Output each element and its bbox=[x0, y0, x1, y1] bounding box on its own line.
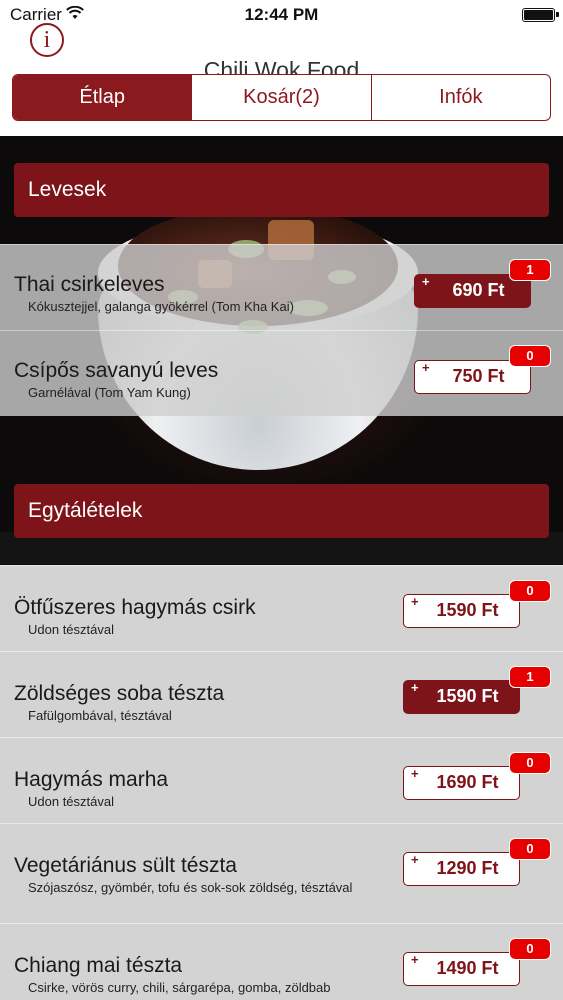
tab-bar: Étlap Kosár(2) Infók bbox=[12, 74, 551, 121]
plus-icon: + bbox=[411, 594, 419, 609]
item-price: 750 Ft bbox=[452, 366, 505, 386]
menu-item-vegetarian-fried-noodles[interactable]: Vegetáriánus sült tészta Szójaszósz, gyö… bbox=[0, 823, 563, 923]
plus-icon: + bbox=[422, 360, 430, 375]
item-name: Ötfűszeres hagymás csirk bbox=[14, 596, 256, 619]
item-description: Csirke, vörös curry, chili, sárgarépa, g… bbox=[28, 980, 331, 995]
clock: 12:44 PM bbox=[244, 5, 319, 24]
item-name: Hagymás marha bbox=[14, 768, 169, 791]
plus-icon: + bbox=[411, 766, 419, 781]
plus-icon: + bbox=[411, 952, 419, 967]
item-price: 1590 Ft bbox=[436, 686, 499, 706]
quantity-badge: 0 bbox=[509, 752, 551, 774]
quantity-badge: 0 bbox=[509, 580, 551, 602]
section-header-main-dishes: Egytálételek bbox=[14, 484, 549, 538]
item-name: Csípős savanyú leves bbox=[14, 359, 219, 382]
quantity-badge: 0 bbox=[509, 345, 551, 367]
menu-list[interactable]: Levesek Thai csirkeleves Kókusztejjel, g… bbox=[0, 136, 563, 1000]
add-to-cart-button[interactable]: + 1590 Ft bbox=[403, 680, 520, 714]
status-bar: Carrier 12:44 PM bbox=[0, 0, 563, 30]
item-description: Udon tésztával bbox=[28, 794, 114, 809]
item-description: Kókusztejjel, galanga gyökérrel (Tom Kha… bbox=[28, 299, 294, 314]
item-price: 1490 Ft bbox=[436, 958, 499, 978]
quantity-badge: 1 bbox=[509, 259, 551, 281]
item-name: Zöldséges soba tészta bbox=[14, 682, 225, 705]
menu-item-onion-beef[interactable]: Hagymás marha Udon tésztával + 1690 Ft 0 bbox=[0, 737, 563, 823]
item-price: 1290 Ft bbox=[436, 858, 499, 878]
plus-icon: + bbox=[422, 274, 430, 289]
add-to-cart-button[interactable]: + 1690 Ft bbox=[403, 766, 520, 800]
item-description: Fafülgombával, tésztával bbox=[28, 708, 172, 723]
item-description: Szójaszósz, gyömbér, tofu és sok-sok zöl… bbox=[28, 880, 353, 895]
item-name: Chiang mai tészta bbox=[14, 954, 183, 977]
navigation-bar: Chili Wok Food bbox=[0, 30, 563, 83]
menu-item-five-spice-chicken[interactable]: Ötfűszeres hagymás csirk Udon tésztával … bbox=[0, 565, 563, 651]
item-price: 690 Ft bbox=[452, 280, 505, 300]
info-icon[interactable]: i bbox=[30, 23, 64, 57]
item-description: Garnélával (Tom Yam Kung) bbox=[28, 385, 191, 400]
quantity-badge: 0 bbox=[509, 938, 551, 960]
tab-cart[interactable]: Kosár(2) bbox=[192, 75, 372, 120]
menu-item-thai-chicken-soup[interactable]: Thai csirkeleves Kókusztejjel, galanga g… bbox=[0, 244, 563, 330]
add-to-cart-button[interactable]: + 1290 Ft bbox=[403, 852, 520, 886]
battery-icon bbox=[522, 8, 559, 22]
item-name: Thai csirkeleves bbox=[14, 273, 165, 296]
plus-icon: + bbox=[411, 852, 419, 867]
add-to-cart-button[interactable]: + 1490 Ft bbox=[403, 952, 520, 986]
item-price: 1590 Ft bbox=[436, 600, 499, 620]
quantity-badge: 0 bbox=[509, 838, 551, 860]
item-name: Vegetáriánus sült tészta bbox=[14, 854, 237, 877]
add-to-cart-button[interactable]: + 1590 Ft bbox=[403, 594, 520, 628]
tab-info[interactable]: Infók bbox=[372, 75, 550, 120]
item-price: 1690 Ft bbox=[436, 772, 499, 792]
item-description: Udon tésztával bbox=[28, 622, 114, 637]
quantity-badge: 1 bbox=[509, 666, 551, 688]
menu-item-vegetable-soba[interactable]: Zöldséges soba tészta Fafülgombával, tés… bbox=[0, 651, 563, 737]
section-header-soups: Levesek bbox=[14, 163, 549, 217]
menu-item-hot-sour-soup[interactable]: Csípős savanyú leves Garnélával (Tom Yam… bbox=[0, 330, 563, 416]
tab-menu[interactable]: Étlap bbox=[13, 75, 193, 120]
plus-icon: + bbox=[411, 680, 419, 695]
menu-item-chiang-mai-noodles[interactable]: Chiang mai tészta Csirke, vörös curry, c… bbox=[0, 923, 563, 1000]
